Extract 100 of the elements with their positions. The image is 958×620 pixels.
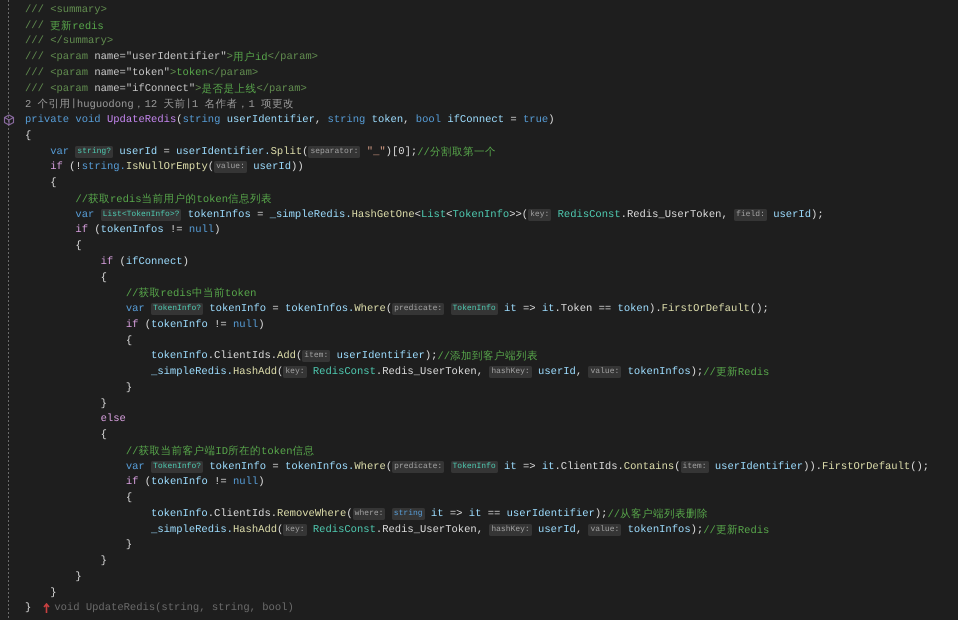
- control-keyword: if: [124, 318, 138, 331]
- code-text: )): [291, 161, 304, 174]
- code-text: (: [144, 318, 152, 331]
- identifier: tokenInfo: [150, 350, 208, 362]
- method-name: HashGetOne: [352, 208, 415, 221]
- identifier: tokenInfo: [209, 303, 266, 316]
- identifier: userId: [119, 146, 158, 158]
- doc-comment: /// <param: [25, 66, 90, 79]
- code-text: }: [49, 586, 57, 599]
- code-text: }: [100, 398, 107, 410]
- codelens-link[interactable]: 1 名作者，1 项更改: [192, 97, 294, 112]
- identifier: tokenInfos.: [285, 460, 354, 473]
- doc-comment: >: [195, 82, 202, 95]
- code-text: <: [414, 208, 421, 221]
- identifier: _simpleRedis.: [270, 208, 352, 221]
- inlay-type-hint: TokenInfo: [450, 303, 498, 316]
- control-keyword: if: [100, 256, 114, 268]
- inlay-hint: value:: [588, 524, 622, 536]
- code-text: (: [346, 508, 353, 520]
- comment: 是否是上线: [201, 82, 256, 96]
- codelens-link[interactable]: 2 个引用: [25, 97, 71, 112]
- code-text: ,: [403, 114, 410, 126]
- code-text: }: [124, 539, 132, 552]
- identifier: userIdentifier: [506, 508, 595, 520]
- identifier: it: [542, 303, 554, 316]
- code-text: =: [510, 114, 517, 126]
- identifier: tokenInfos: [188, 208, 251, 221]
- method-name: FirstOrDefault: [822, 460, 910, 473]
- keyword: string.: [82, 161, 126, 174]
- doc-comment: ///: [25, 20, 45, 32]
- code-text: (: [386, 303, 392, 316]
- codelens-link[interactable]: huguodong，12 天前: [76, 97, 186, 112]
- code-text: );: [690, 366, 704, 378]
- identifier: tokenInfos.: [285, 303, 354, 316]
- code-text: ();: [910, 460, 930, 473]
- inlay-hint: key:: [283, 366, 307, 378]
- code-text: {: [74, 240, 82, 252]
- code-text: =: [163, 146, 170, 158]
- inlay-hint: predicate:: [392, 303, 444, 316]
- inlay-type-hint: TokenInfo: [450, 460, 498, 473]
- inlay-hint: item:: [680, 460, 709, 473]
- identifier: ifConnect: [447, 114, 504, 126]
- code-text: ,: [576, 366, 582, 378]
- code-text: (: [296, 350, 302, 362]
- code-text: {: [100, 429, 107, 442]
- code-text: (: [674, 460, 681, 473]
- identifier: tokenInfo: [150, 508, 208, 520]
- doc-attribute: name="ifConnect": [94, 82, 196, 95]
- identifier: userIdentifier: [336, 350, 425, 362]
- comment: token: [176, 66, 208, 79]
- method-cube-icon[interactable]: [3, 114, 15, 126]
- code-text: (: [120, 256, 126, 268]
- inlay-hint: hashKey:: [489, 524, 532, 536]
- code-text: }: [100, 555, 107, 568]
- comment: //添加到客户端列表: [437, 349, 538, 364]
- keyword: var: [49, 146, 70, 158]
- comment: //更新Redis: [703, 523, 770, 537]
- code-text: ).: [649, 303, 662, 316]
- identifier: userId: [538, 366, 576, 378]
- code-text: {: [124, 492, 132, 504]
- inlay-type-hint: TokenInfo?: [151, 460, 204, 473]
- doc-comment: >: [226, 51, 233, 64]
- method-name: HashAdd: [232, 366, 278, 378]
- keyword: var: [124, 460, 145, 473]
- identifier: _simpleRedis.: [150, 524, 233, 536]
- control-keyword: if: [124, 476, 138, 488]
- codelens-separator: |: [186, 98, 192, 110]
- identifier: userId: [538, 524, 576, 536]
- identifier: tokenInfos: [100, 224, 164, 236]
- comment: //分割取第一个: [417, 145, 496, 159]
- inlay-type-hint: string: [392, 508, 425, 520]
- identifier: tokenInfos: [628, 524, 691, 536]
- identifier: userIdentifier: [714, 460, 804, 473]
- code-text: .ClientIds.: [554, 460, 624, 473]
- inlay-hint: field:: [734, 208, 767, 221]
- code-text: {: [124, 334, 132, 347]
- inlay-hint: key:: [283, 524, 307, 536]
- keyword: null: [233, 476, 258, 488]
- code-text: {: [25, 130, 32, 142]
- method-name: Where: [354, 460, 386, 473]
- control-keyword: else: [100, 413, 126, 426]
- control-keyword: if: [49, 161, 63, 174]
- code-text: (: [386, 460, 392, 473]
- type-name: RedisConst: [312, 524, 376, 536]
- code-text: .Token ==: [554, 303, 612, 316]
- doc-comment: </param>: [256, 82, 307, 95]
- inlay-hint: where:: [352, 508, 386, 520]
- method-name: Split: [270, 146, 302, 158]
- code-text: (: [144, 476, 152, 488]
- identifier: userIdentifier: [226, 114, 315, 126]
- identifier: _simpleRedis.: [150, 366, 233, 378]
- identifier: it: [542, 460, 554, 473]
- comment: //更新Redis: [703, 365, 770, 380]
- doc-comment: </param>: [208, 66, 258, 79]
- up-arrow-icon[interactable]: [43, 602, 50, 614]
- identifier: it: [504, 460, 517, 473]
- keyword: null: [188, 224, 214, 236]
- code-text: );: [594, 508, 608, 520]
- identifier: ifConnect: [126, 256, 183, 268]
- code-text: ): [548, 114, 555, 126]
